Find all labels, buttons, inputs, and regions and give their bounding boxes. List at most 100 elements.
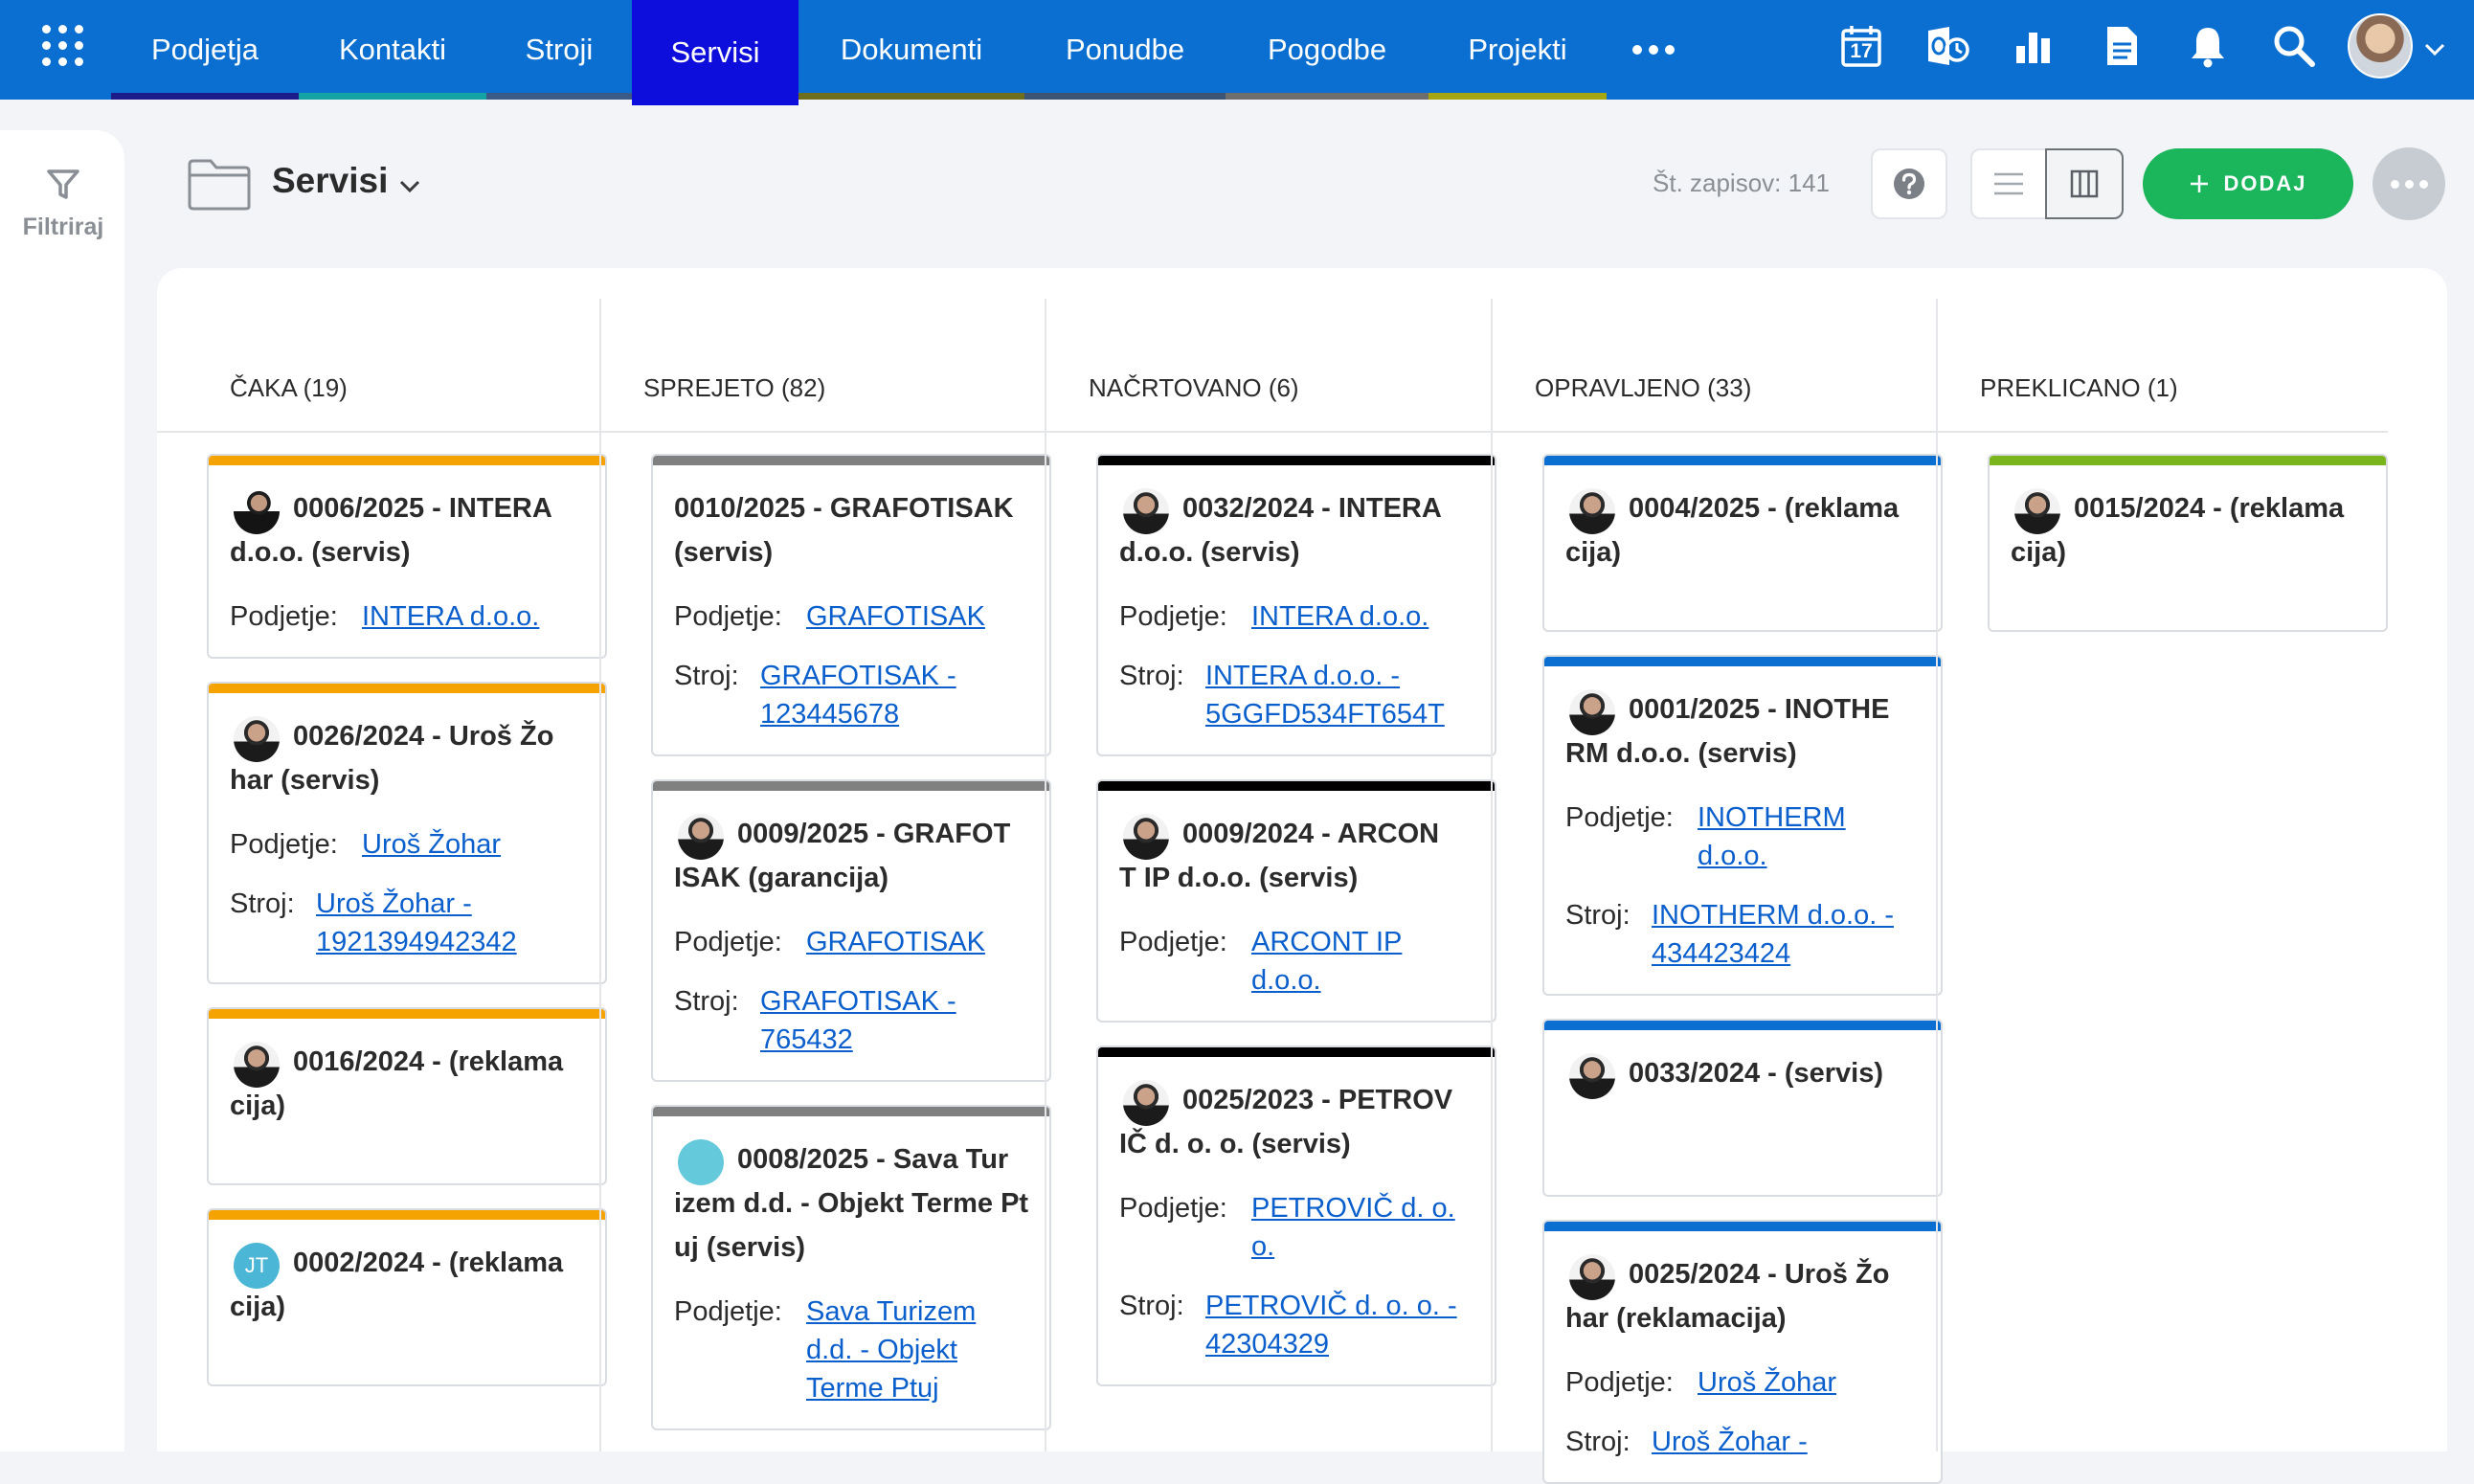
- card-title: 0004/2025 - (reklama cija): [1565, 486, 1927, 574]
- tab-pogodbe[interactable]: Pogodbe: [1226, 0, 1428, 100]
- service-card[interactable]: 0001/2025 - INOTHE RM d.o.o. (servis) Podj…: [1542, 655, 1943, 996]
- service-card[interactable]: 0033/2024 - (servis): [1542, 1019, 1943, 1197]
- tab-label: Podjetja: [150, 33, 259, 66]
- top-navigation-bar: Podjetja Kontakti Stroji Servisi Dokumen…: [0, 0, 2474, 105]
- tab-kontakti[interactable]: Kontakti: [299, 0, 486, 100]
- card-title: 0001/2025 - INOTHE RM d.o.o. (servis): [1565, 687, 1927, 776]
- field-value-link[interactable]: 765432: [760, 1021, 853, 1059]
- card-title-line: cija): [230, 1292, 286, 1322]
- service-card[interactable]: 0025/2023 - PETROV IČ d. o. o. (servis) Po…: [1096, 1046, 1496, 1386]
- help-button[interactable]: [1871, 148, 1947, 219]
- field-value-link[interactable]: Uroš Žohar -: [316, 885, 472, 923]
- card-title-line: 0004/2025 - (reklama: [1629, 493, 1900, 524]
- field-value-link[interactable]: 434423424: [1652, 934, 1790, 973]
- tab-ponudbe[interactable]: Ponudbe: [1024, 0, 1226, 100]
- filter-funnel-icon: [47, 169, 79, 199]
- folder-icon: [188, 159, 251, 211]
- card-title-line: 0026/2024 - Uroš Žo: [293, 721, 554, 752]
- column-divider: [1936, 299, 1938, 1451]
- service-card[interactable]: 0032/2024 - INTERA d.o.o. (servis) Podjetj…: [1096, 454, 1496, 756]
- column-header: OPRAVLJENO (33): [1493, 299, 1938, 433]
- field-value-link[interactable]: INTERA d.o.o.: [1251, 597, 1428, 636]
- tab-color-strip: [1024, 93, 1226, 100]
- card-title: 0002/2024 - (reklama cija): [230, 1241, 592, 1329]
- field-value-link[interactable]: o.: [1251, 1227, 1274, 1266]
- status-color-bar: [1544, 657, 1941, 666]
- card-title: 0008/2025 - Sava Tur izem d.d. - Objekt T…: [674, 1137, 1036, 1270]
- field-value-link[interactable]: INOTHERM d.o.o. -: [1652, 896, 1894, 934]
- column-divider: [1491, 299, 1493, 1451]
- field-value-link[interactable]: INOTHERM: [1698, 798, 1846, 837]
- tab-label: Projekti: [1468, 33, 1567, 66]
- more-tabs-icon[interactable]: [1632, 38, 1680, 61]
- field-value-link[interactable]: 5GGFD534FT654T: [1205, 695, 1445, 733]
- tab-servisi[interactable]: Servisi: [632, 0, 798, 105]
- board-view-button[interactable]: [2045, 148, 2124, 219]
- service-card[interactable]: 0006/2025 - INTERA d.o.o. (servis) Podjetj…: [207, 454, 607, 659]
- field-value-link[interactable]: INTERA d.o.o.: [362, 597, 539, 636]
- tab-color-strip: [486, 93, 632, 100]
- more-actions-button[interactable]: [2373, 147, 2445, 220]
- tab-label: Dokumenti: [840, 33, 983, 66]
- field-label: Podjetje:: [1119, 601, 1227, 632]
- user-avatar[interactable]: [2348, 13, 2413, 79]
- search-icon[interactable]: [2271, 23, 2317, 69]
- apps-grid-icon[interactable]: [42, 25, 84, 67]
- service-card[interactable]: 0004/2025 - (reklama cija): [1542, 454, 1943, 632]
- field-value-link[interactable]: INTERA d.o.o. -: [1205, 657, 1400, 695]
- filter-button[interactable]: Filtriraj: [6, 169, 121, 241]
- service-card[interactable]: 0026/2024 - Uroš Žo har (servis) Podjetje:…: [207, 682, 607, 984]
- field-label: Podjetje:: [674, 601, 782, 632]
- card-title: 0032/2024 - INTERA d.o.o. (servis): [1119, 486, 1481, 574]
- field-value-link[interactable]: d.o.o.: [1698, 837, 1767, 875]
- field-value-link[interactable]: ARCONT IP: [1251, 923, 1402, 961]
- list-view-button[interactable]: [1970, 148, 2047, 219]
- field-label: Podjetje:: [1119, 927, 1227, 957]
- calendar-icon[interactable]: 17: [1838, 23, 1884, 69]
- column-title: NAČRTOVANO (6): [1089, 373, 1299, 402]
- field-value-link[interactable]: PETROVIČ d. o. o. -: [1205, 1287, 1457, 1325]
- card-title-line: cija): [230, 1091, 286, 1121]
- tab-label: Kontakti: [338, 33, 446, 66]
- card-title: 0010/2025 - GRAFOTISAK (servis): [674, 486, 1036, 574]
- field-value-link[interactable]: GRAFOTISAK -: [760, 982, 956, 1021]
- tab-stroji[interactable]: Stroji: [486, 0, 632, 100]
- card-title-line: uj (servis): [674, 1232, 805, 1263]
- outlook-sync-icon[interactable]: [1924, 23, 1970, 69]
- field-value-link[interactable]: GRAFOTISAK: [806, 923, 985, 961]
- notifications-bell-icon[interactable]: [2185, 23, 2231, 69]
- field-value-link[interactable]: Uroš Žohar: [362, 825, 501, 864]
- reports-chart-icon[interactable]: [2011, 23, 2057, 69]
- field-value-link[interactable]: Uroš Žohar: [1698, 1363, 1836, 1402]
- service-card[interactable]: 0009/2025 - GRAFOT ISAK (garancija) Podjet…: [651, 779, 1051, 1082]
- field-value-link[interactable]: 1921394942342: [316, 923, 517, 961]
- document-icon[interactable]: [2099, 23, 2145, 69]
- status-color-bar: [653, 456, 1049, 465]
- service-card[interactable]: JT 0002/2024 - (reklama cija): [207, 1208, 607, 1386]
- field-value-link[interactable]: d.o.o.: [1251, 961, 1321, 1000]
- card-title: 0016/2024 - (reklama cija): [230, 1040, 592, 1128]
- field-value-link[interactable]: 42304329: [1205, 1325, 1329, 1363]
- service-card[interactable]: 0015/2024 - (reklama cija): [1988, 454, 2388, 632]
- field-value-link[interactable]: Terme Ptuj: [806, 1369, 939, 1407]
- field-value-link[interactable]: GRAFOTISAK -: [760, 657, 956, 695]
- service-card[interactable]: 0010/2025 - GRAFOTISAK (servis) Podjetje: G…: [651, 454, 1051, 756]
- page-title[interactable]: Servisi: [272, 161, 388, 201]
- chevron-down-icon[interactable]: [2422, 36, 2447, 61]
- field-value-link[interactable]: Uroš Žohar -: [1652, 1423, 1808, 1461]
- service-card[interactable]: 0016/2024 - (reklama cija): [207, 1007, 607, 1185]
- field-value-link[interactable]: d.d. - Objekt: [806, 1331, 957, 1369]
- field-value-link[interactable]: GRAFOTISAK: [806, 597, 985, 636]
- service-card[interactable]: 0009/2024 - ARCON T IP d.o.o. (servis) Pod…: [1096, 779, 1496, 1023]
- tab-dokumenti[interactable]: Dokumenti: [798, 0, 1024, 100]
- service-card[interactable]: 0008/2025 - Sava Tur izem d.d. - Objekt T…: [651, 1105, 1051, 1430]
- field-value-link[interactable]: PETROVIČ d. o.: [1251, 1189, 1455, 1227]
- tab-podjetja[interactable]: Podjetja: [111, 0, 299, 100]
- plus-icon: [2191, 175, 2209, 192]
- chevron-down-icon[interactable]: [396, 172, 423, 199]
- field-value-link[interactable]: 123445678: [760, 695, 899, 733]
- service-card[interactable]: 0025/2024 - Uroš Žo har (reklamacija) Podj…: [1542, 1220, 1943, 1484]
- tab-projekti[interactable]: Projekti: [1428, 0, 1607, 100]
- add-button[interactable]: DODAJ: [2143, 148, 2353, 219]
- field-value-link[interactable]: Sava Turizem: [806, 1293, 976, 1331]
